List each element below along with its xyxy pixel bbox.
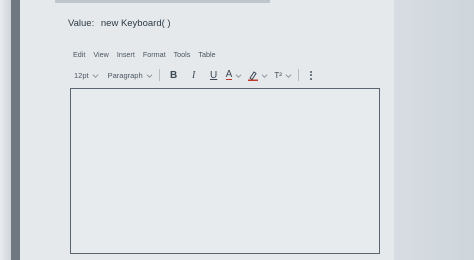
chevron-down-icon [261,73,268,78]
left-accent-bar [11,0,20,260]
block-format-select[interactable]: Paragraph [108,71,153,80]
italic-button[interactable]: I [186,70,202,81]
highlight-color-button[interactable] [248,70,268,81]
rich-text-editor[interactable] [70,88,380,254]
menu-tools[interactable]: Tools [174,50,191,59]
font-size-value: 12pt [74,70,89,80]
block-format-value: Paragraph [107,70,143,80]
editor-toolbar: 12pt Paragraph B I U A T² [74,67,334,83]
chevron-down-icon [92,73,99,78]
editor-menubar: Edit View Insert Format Tools Table [73,50,224,59]
right-margin [394,0,474,260]
top-divider [55,0,270,3]
value-label: Value: [68,18,95,29]
text-color-icon: A [225,69,233,80]
font-size-select[interactable]: 12pt [74,71,99,80]
chevron-down-icon [146,73,153,78]
value-text: new Keyboard( ) [100,18,171,29]
value-line: Value: new Keyboard( ) [68,18,171,29]
superscript-icon: T² [274,70,282,80]
left-edge [0,0,11,260]
more-options-icon[interactable] [307,70,315,80]
menu-format[interactable]: Format [143,50,166,59]
toolbar-separator [158,69,160,81]
menu-insert[interactable]: Insert [117,50,135,59]
text-color-button[interactable]: A [225,69,243,80]
menu-view[interactable]: View [93,50,108,59]
bold-button[interactable]: B [166,70,182,81]
superscript-button[interactable]: T² [274,71,292,80]
underline-button[interactable]: U [206,70,222,81]
toolbar-separator [297,69,299,81]
highlight-icon [248,70,259,81]
chevron-down-icon [235,73,242,78]
menu-table[interactable]: Table [198,50,215,59]
chevron-down-icon [285,73,292,78]
menu-edit[interactable]: Edit [73,50,85,59]
